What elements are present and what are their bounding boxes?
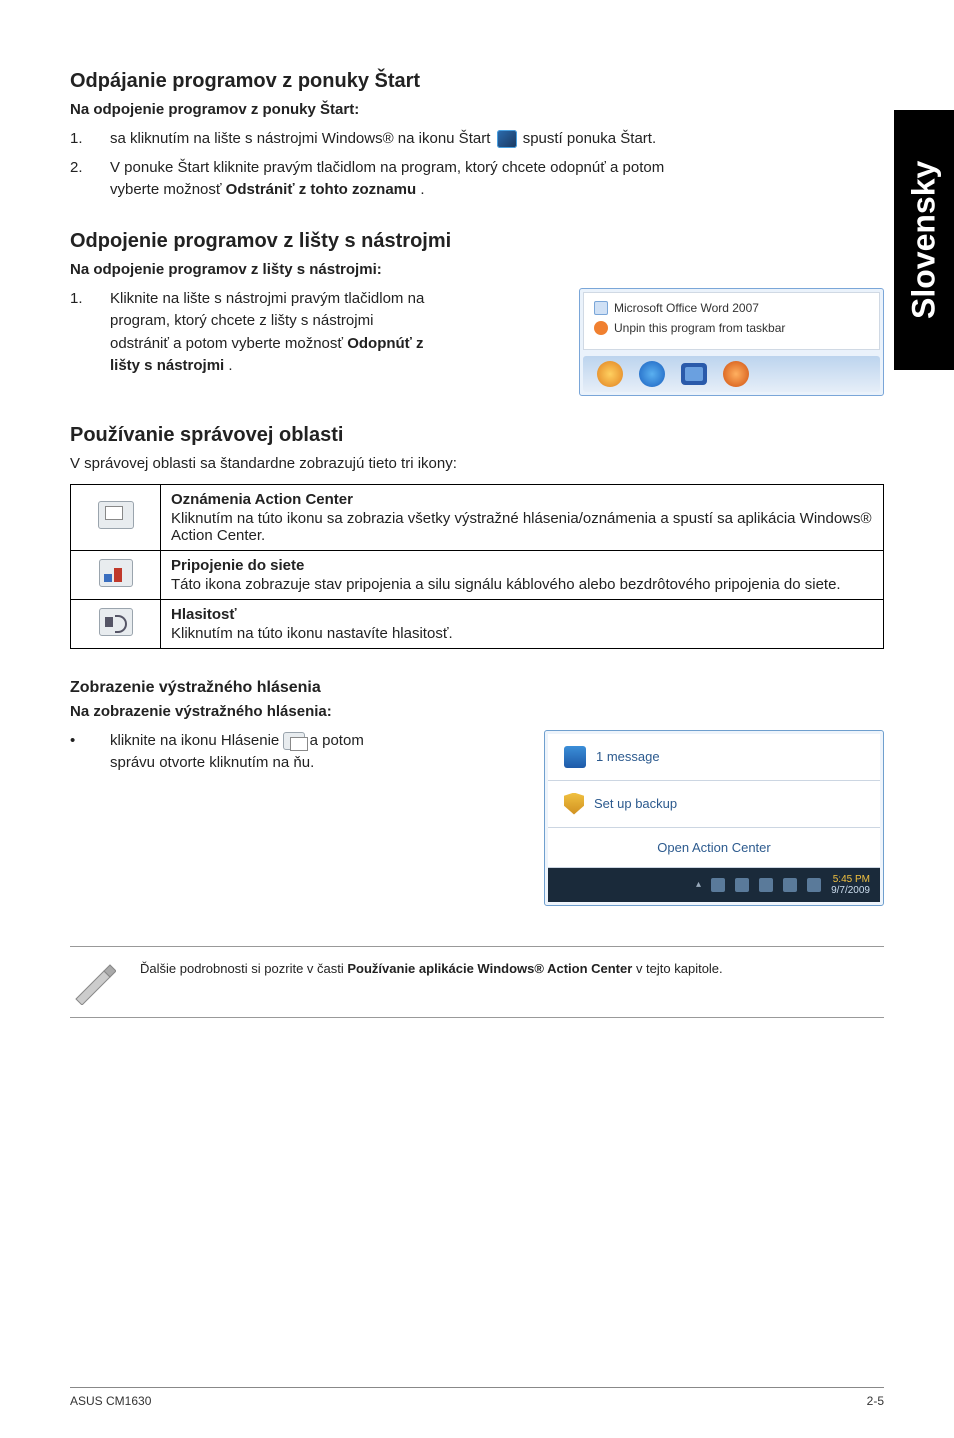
tray-mini-icon	[711, 878, 725, 892]
row-title: Hlasitosť	[171, 606, 873, 623]
action-center-icon	[98, 501, 134, 529]
subhead-unpin-taskbar: Na odpojenie programov z lišty s nástroj…	[70, 261, 884, 278]
popup-text: Set up backup	[594, 796, 677, 811]
note-text: v tejto kapitole.	[636, 961, 723, 976]
menu-item-unpin: Unpin this program from taskbar	[594, 321, 869, 335]
row-title: Pripojenie do siete	[171, 557, 873, 574]
step-text: spustí ponuka Štart.	[523, 130, 656, 147]
row-desc: Táto ikona zobrazuje stav pripojenia a s…	[171, 576, 841, 593]
heading-notification-area: Používanie správovej oblasti	[70, 424, 884, 447]
bullet-text: kliknite na ikonu Hlásenie	[110, 732, 283, 749]
tray-mini-icon	[807, 878, 821, 892]
step-1-1: 1. sa kliknutím na lište s nástrojmi Win…	[70, 128, 884, 151]
row-title: Oznámenia Action Center	[171, 491, 873, 508]
tray-mini-icon	[783, 878, 797, 892]
step-2-1: 1. Kliknite na lište s nástrojmi pravým …	[70, 288, 559, 378]
start-icon	[497, 130, 517, 148]
table-row: Oznámenia Action Center Kliknutím na tút…	[71, 484, 884, 550]
popup-row-backup: Set up backup	[548, 781, 880, 828]
tray-icons-table: Oznámenia Action Center Kliknutím na tút…	[70, 484, 884, 649]
step-text: .	[420, 181, 424, 198]
note-text: Ďalšie podrobnosti si pozrite v časti	[140, 961, 347, 976]
step-number: 1.	[70, 288, 110, 378]
shield-icon	[564, 793, 584, 815]
step-text: .	[228, 357, 232, 374]
step-1-2: 2. V ponuke Štart kliknite pravým tlačid…	[70, 157, 884, 202]
media-icon	[723, 361, 749, 387]
explorer-icon	[681, 363, 707, 385]
flag-icon	[564, 746, 586, 768]
step-number: 2.	[70, 157, 110, 202]
step-text: sa kliknutím na lište s nástrojmi Window…	[110, 130, 495, 147]
menu-label: Unpin this program from taskbar	[614, 321, 785, 335]
bullet-1: • kliknite na ikonu Hlásenie a potom spr…	[70, 730, 514, 775]
tray-arrow-icon: ▴	[696, 879, 701, 890]
ie-icon	[639, 361, 665, 387]
table-row: Pripojenie do siete Táto ikona zobrazuje…	[71, 550, 884, 599]
step-number: 1.	[70, 128, 110, 151]
intro-text: V správovej oblasti sa štandardne zobraz…	[70, 455, 884, 472]
popup-row-open: Open Action Center	[548, 828, 880, 868]
alert-flag-icon	[283, 732, 305, 750]
word-icon	[594, 301, 608, 315]
footer-right: 2-5	[867, 1394, 884, 1408]
subhead-alert-display: Na zobrazenie výstražného hlásenia:	[70, 703, 884, 720]
heading-alert-display: Zobrazenie výstražného hlásenia	[70, 679, 884, 697]
volume-icon	[99, 608, 133, 636]
step-bold: Odstrániť z tohto zoznamu	[226, 181, 417, 198]
popup-text: 1 message	[596, 749, 660, 764]
heading-unpin-taskbar: Odpojenie programov z lišty s nástrojmi	[70, 230, 884, 253]
tray-date: 9/7/2009	[831, 885, 870, 896]
heading-unpin-start: Odpájanie programov z ponuky Štart	[70, 70, 884, 93]
menu-item-word: Microsoft Office Word 2007	[594, 301, 869, 315]
menu-label: Microsoft Office Word 2007	[614, 301, 759, 315]
row-desc: Kliknutím na túto ikonu nastavíte hlasit…	[171, 625, 453, 642]
pencil-icon	[70, 959, 116, 1005]
tray-time: 5:45 PM	[831, 874, 870, 885]
footer-left: ASUS CM1630	[70, 1394, 151, 1408]
network-icon	[99, 559, 133, 587]
popup-tray: ▴ 5:45 PM 9/7/2009	[548, 868, 880, 902]
tray-mini-icon	[735, 878, 749, 892]
table-row: Hlasitosť Kliknutím na túto ikonu nastav…	[71, 599, 884, 648]
popup-row-message: 1 message	[548, 734, 880, 781]
popup-link: Open Action Center	[657, 840, 770, 855]
screenshot-taskbar-menu: Microsoft Office Word 2007 Unpin this pr…	[579, 288, 884, 396]
page-footer: ASUS CM1630 2-5	[70, 1387, 884, 1408]
note-bold: Používanie aplikácie Windows® Action Cen…	[347, 961, 632, 976]
screenshot-action-center-popup: 1 message Set up backup Open Action Cent…	[544, 730, 884, 906]
taskbar	[583, 356, 880, 392]
row-desc: Kliknutím na túto ikonu sa zobrazia všet…	[171, 510, 872, 544]
subhead-unpin-start: Na odpojenie programov z ponuky Štart:	[70, 101, 884, 118]
side-tab-slovensky: Slovensky	[894, 110, 954, 370]
start-orb-icon	[597, 361, 623, 387]
pin-icon	[594, 321, 608, 335]
tray-mini-icon	[759, 878, 773, 892]
bullet-marker: •	[70, 730, 110, 775]
note-box: Ďalšie podrobnosti si pozrite v časti Po…	[70, 946, 884, 1018]
